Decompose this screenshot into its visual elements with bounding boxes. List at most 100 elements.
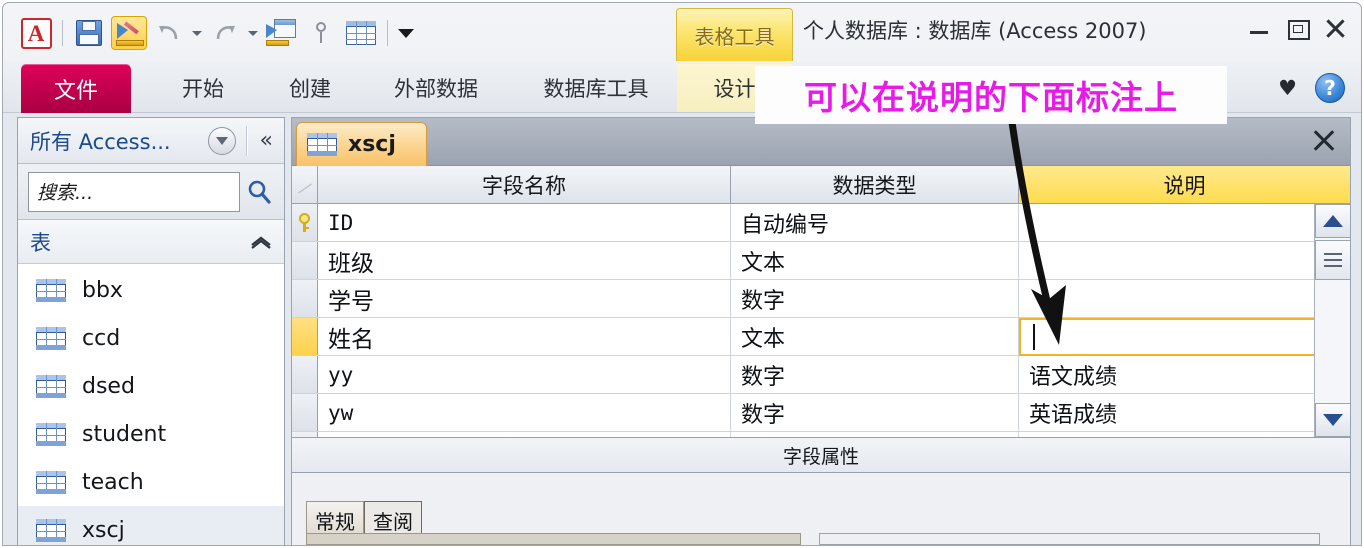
design-view-icon[interactable]: [110, 14, 148, 52]
tab-file[interactable]: 文件: [21, 64, 131, 113]
tab-external-data[interactable]: 外部数据: [361, 64, 511, 112]
document-window: xscj 字段名称 数据类型 说明 ID 自动编号 班级 文本 学号 数字 姓名 文本 yy 数字…: [291, 117, 1351, 545]
nav-item-teach[interactable]: teach: [18, 458, 284, 506]
nav-item-xscj[interactable]: xscj: [18, 506, 284, 545]
table-row[interactable]: 学号 数字: [292, 280, 1350, 318]
window-title: 个人数据库 : 数据库 (Access 2007): [803, 19, 1147, 43]
window-controls: [1248, 17, 1347, 40]
cell-field-name[interactable]: ID: [318, 204, 731, 241]
table-icon: [36, 518, 66, 542]
cell-description[interactable]: [1019, 204, 1350, 241]
row-selector[interactable]: [292, 242, 318, 279]
minimize-ribbon-icon[interactable]: ♥: [1278, 77, 1297, 99]
scroll-up-icon[interactable]: [1315, 204, 1351, 238]
document-tab-strip: xscj: [292, 118, 1350, 166]
row-selector[interactable]: [292, 318, 318, 355]
cell-description[interactable]: [1019, 280, 1350, 317]
grid-vertical-scrollbar[interactable]: [1314, 204, 1351, 437]
tab-file-label: 文件: [53, 78, 98, 104]
chevron-down-icon[interactable]: [207, 126, 236, 155]
cell-description[interactable]: [1019, 242, 1350, 279]
nav-item-bbx[interactable]: bbx: [18, 266, 284, 314]
save-icon[interactable]: [70, 14, 108, 52]
scroll-down-icon[interactable]: [1315, 403, 1351, 437]
table-icon[interactable]: [342, 14, 380, 52]
table-row[interactable]: yy 数字 语文成绩: [292, 356, 1350, 394]
scrollbar-thumb[interactable]: [1315, 240, 1351, 280]
column-header-description[interactable]: 说明: [1019, 166, 1350, 203]
nav-item-label: dsed: [82, 373, 135, 399]
help-icon[interactable]: ?: [1315, 73, 1345, 103]
nav-item-student[interactable]: student: [18, 410, 284, 458]
document-tab-label: xscj: [348, 132, 396, 157]
access-app-logo[interactable]: A: [17, 14, 55, 52]
close-button[interactable]: [1324, 17, 1347, 40]
table-row[interactable]: 姓名 文本: [292, 318, 1350, 356]
cell-field-name[interactable]: 学号: [318, 280, 731, 317]
nav-group-tables[interactable]: 表: [18, 220, 284, 264]
nav-item-label: student: [82, 421, 167, 447]
table-row[interactable]: ID 自动编号: [292, 204, 1350, 242]
qat-separator-2: [387, 20, 388, 46]
table-icon: [36, 470, 66, 494]
cell-data-type[interactable]: 自动编号: [731, 204, 1019, 241]
nav-header-separator: [246, 125, 248, 156]
search-input[interactable]: 搜索...: [28, 171, 240, 212]
cell-field-name[interactable]: yw: [318, 394, 731, 431]
tab-design-label: 设计: [713, 77, 756, 101]
cell-data-type[interactable]: 数字: [731, 394, 1019, 431]
quick-access-toolbar: A: [17, 12, 417, 54]
redo-icon[interactable]: [206, 14, 244, 52]
undo-dropdown-icon[interactable]: [190, 20, 204, 46]
cell-data-type[interactable]: 文本: [731, 242, 1019, 279]
search-icon[interactable]: [240, 172, 278, 212]
nav-item-dsed[interactable]: dsed: [18, 362, 284, 410]
field-properties-help-panel: [819, 533, 1320, 545]
window-frame: A 表格工具 个人数据库: 数据库 (Access 2007) 文件 开始 创…: [2, 2, 1362, 546]
table-row[interactable]: yw 数字 英语成绩: [292, 394, 1350, 432]
minimize-button[interactable]: [1248, 17, 1271, 40]
design-grid: 字段名称 数据类型 说明 ID 自动编号 班级 文本 学号 数字 姓名 文本 yy 数字 语文成绩 y…: [292, 166, 1351, 470]
primary-key-icon[interactable]: [292, 204, 318, 241]
close-document-icon[interactable]: [1310, 127, 1338, 155]
tab-home[interactable]: 开始: [148, 64, 258, 112]
undo-icon[interactable]: [150, 14, 188, 52]
collapse-pane-icon[interactable]: «: [255, 129, 278, 152]
search-input-value: 搜索...: [37, 182, 94, 204]
nav-group-label: 表: [30, 230, 51, 255]
customize-qat-icon[interactable]: [395, 21, 417, 45]
column-header-field-name[interactable]: 字段名称: [318, 166, 731, 203]
cell-description-active[interactable]: [1019, 318, 1350, 356]
tab-database-tools[interactable]: 数据库工具: [511, 64, 681, 112]
table-icon: [36, 326, 66, 350]
cell-data-type[interactable]: 数字: [731, 356, 1019, 393]
cell-field-name[interactable]: 姓名: [318, 318, 731, 355]
cell-data-type[interactable]: 文本: [731, 318, 1019, 355]
document-tab-xscj[interactable]: xscj: [296, 122, 427, 166]
cell-description[interactable]: 英语成绩: [1019, 394, 1350, 431]
tab-create[interactable]: 创建: [255, 64, 365, 112]
qat-separator-1: [62, 20, 63, 46]
restore-button[interactable]: [1286, 17, 1310, 40]
title-bar: A 表格工具 个人数据库: 数据库 (Access 2007): [3, 3, 1361, 61]
cell-data-type[interactable]: 数字: [731, 280, 1019, 317]
pin-icon[interactable]: [302, 14, 340, 52]
column-header-data-type[interactable]: 数据类型: [731, 166, 1019, 203]
annotation-callout: 可以在说明的下面标注上: [755, 66, 1227, 124]
row-selector[interactable]: [292, 394, 318, 431]
cell-description[interactable]: 语文成绩: [1019, 356, 1350, 393]
cell-field-name[interactable]: yy: [318, 356, 731, 393]
access-logo-letter: A: [20, 17, 52, 49]
view-design-icon[interactable]: [262, 14, 300, 52]
field-properties-panel: [306, 533, 801, 545]
design-grid-rows: ID自动编号班级文本学号数字姓名文本yy数字语文成绩yw数字英语成绩sx数字数学…: [292, 204, 1350, 470]
navigation-search-row: 搜索...: [18, 164, 284, 220]
redo-dropdown-icon[interactable]: [246, 20, 260, 46]
row-selector[interactable]: [292, 356, 318, 393]
cell-field-name[interactable]: 班级: [318, 242, 731, 279]
annotation-text: 可以在说明的下面标注上: [804, 78, 1178, 117]
row-selector[interactable]: [292, 280, 318, 317]
nav-item-ccd[interactable]: ccd: [18, 314, 284, 362]
chevron-up-icon[interactable]: [250, 230, 272, 254]
table-row[interactable]: 班级 文本: [292, 242, 1350, 280]
